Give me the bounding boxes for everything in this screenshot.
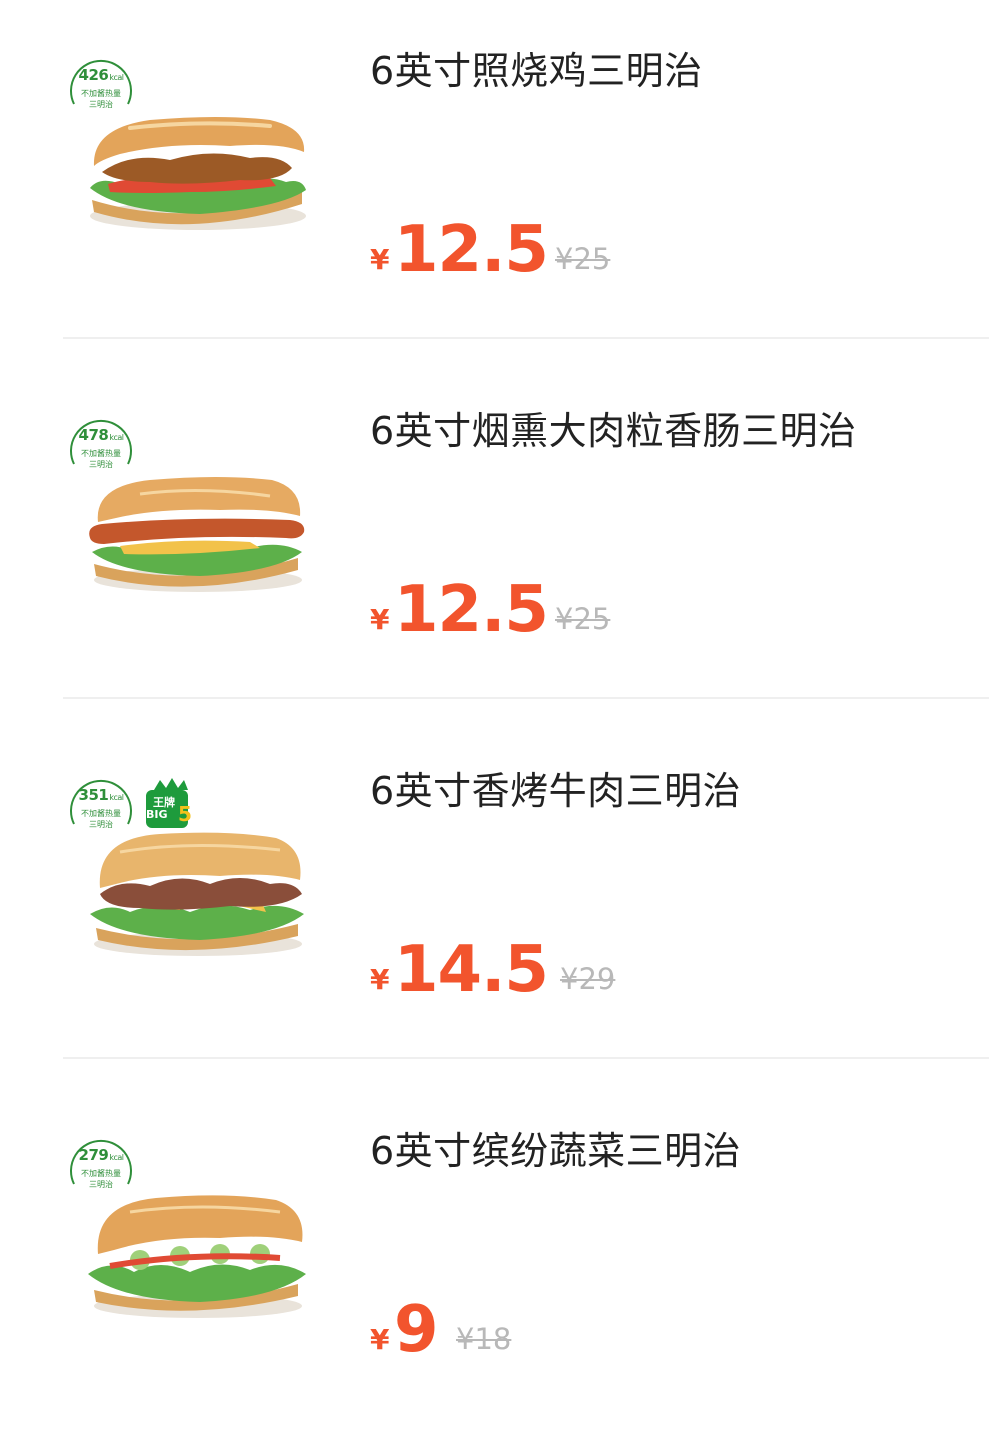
product-title[interactable]: 6英寸烟熏大肉粒香肠三明治 xyxy=(370,400,857,455)
kcal-unit: kcal xyxy=(109,1153,124,1162)
product-title[interactable]: 6英寸缤纷蔬菜三明治 xyxy=(370,1120,741,1175)
price-row: ¥ 12.5 ¥25 xyxy=(370,572,930,642)
teriyaki-chicken-sandwich-image xyxy=(90,117,306,230)
kcal-label-line1: 不加酱热量 xyxy=(81,1169,121,1178)
divider xyxy=(63,1057,989,1059)
kcal-badge: 478kcal 不加酱热量 三明治 xyxy=(66,418,136,478)
kcal-unit: kcal xyxy=(109,433,124,442)
kcal-unit: kcal xyxy=(109,73,124,82)
kcal-label-line2: 三明治 xyxy=(89,1180,113,1189)
price-row: ¥ 9 ¥18 xyxy=(370,1292,930,1362)
product-card[interactable]: 279kcal 不加酱热量 三明治 6英寸缤纷蔬菜三明治 ¥ 9 ¥18 xyxy=(0,1080,989,1440)
product-title[interactable]: 6英寸照烧鸡三明治 xyxy=(370,40,703,95)
currency-symbol: ¥ xyxy=(370,1323,390,1356)
sale-price: 14.5 xyxy=(394,933,549,1007)
kcal-value: 478 xyxy=(78,426,109,444)
roast-beef-sandwich-image xyxy=(90,832,304,956)
price-row: ¥ 14.5 ¥29 xyxy=(370,932,930,1002)
divider xyxy=(63,337,989,339)
original-price: ¥29 xyxy=(560,962,616,996)
veggie-sandwich-image xyxy=(88,1195,306,1318)
kcal-label-line1: 不加酱热量 xyxy=(81,449,121,458)
sale-price: 12.5 xyxy=(394,213,549,287)
sale-price: 12.5 xyxy=(394,573,549,647)
currency-symbol: ¥ xyxy=(370,243,390,276)
kcal-label-line2: 三明治 xyxy=(89,100,113,109)
kcal-value: 426 xyxy=(78,66,109,84)
kcal-badge: 351kcal 不加酱热量 三明治 xyxy=(66,778,136,838)
kcal-value: 351 xyxy=(78,786,109,804)
product-image-area[interactable]: 426kcal 不加酱热量 三明治 xyxy=(60,56,310,246)
product-title[interactable]: 6英寸香烤牛肉三明治 xyxy=(370,760,741,815)
currency-symbol: ¥ xyxy=(370,603,390,636)
smoked-sausage-sandwich-image xyxy=(89,477,305,592)
product-card[interactable]: 478kcal 不加酱热量 三明治 6英寸烟熏大肉粒香肠三明治 ¥ 12.5 ¥… xyxy=(0,360,989,720)
price-row: ¥ 12.5 ¥25 xyxy=(370,212,930,282)
kcal-label-line1: 不加酱热量 xyxy=(81,89,121,98)
kcal-label-line1: 不加酱热量 xyxy=(81,809,121,818)
product-card[interactable]: 426kcal 不加酱热量 三明治 6英寸照烧鸡三明治 ¥ 12.5 ¥25 xyxy=(0,0,989,360)
kcal-badge: 279kcal 不加酱热量 三明治 xyxy=(66,1138,136,1198)
original-price: ¥25 xyxy=(555,242,611,276)
kcal-badge: 426kcal 不加酱热量 三明治 xyxy=(66,58,136,118)
product-image-area[interactable]: 351kcal 不加酱热量 三明治 王牌 BIG 5 xyxy=(60,776,310,966)
kcal-value: 279 xyxy=(78,1146,109,1164)
kcal-label-line2: 三明治 xyxy=(89,820,113,829)
big5-badge: 王牌 BIG 5 xyxy=(144,776,202,830)
kcal-unit: kcal xyxy=(109,793,124,802)
kcal-label-line2: 三明治 xyxy=(89,460,113,469)
divider xyxy=(63,697,989,699)
original-price: ¥18 xyxy=(456,1322,512,1356)
product-image-area[interactable]: 279kcal 不加酱热量 三明治 xyxy=(60,1136,310,1326)
product-image-area[interactable]: 478kcal 不加酱热量 三明治 xyxy=(60,416,310,606)
product-list: 426kcal 不加酱热量 三明治 6英寸照烧鸡三明治 ¥ 12.5 ¥25 4… xyxy=(0,0,989,1372)
currency-symbol: ¥ xyxy=(370,963,390,996)
badge-number: 5 xyxy=(178,802,192,826)
sale-price: 9 xyxy=(394,1293,439,1367)
product-card[interactable]: 351kcal 不加酱热量 三明治 王牌 BIG 5 6英寸香烤牛肉三明治 ¥ … xyxy=(0,720,989,1080)
original-price: ¥25 xyxy=(555,602,611,636)
